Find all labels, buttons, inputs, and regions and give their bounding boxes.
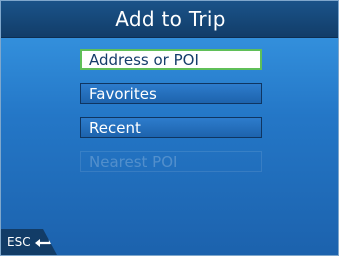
screen: Add to Trip Address or POI Favorites Rec… [0, 0, 339, 256]
favorites-button[interactable]: Favorites [80, 83, 262, 104]
esc-button[interactable]: ESC [1, 229, 57, 255]
title-bar: Add to Trip [1, 1, 338, 38]
menu-item-label: Nearest POI [89, 152, 178, 171]
recent-button[interactable]: Recent [80, 117, 262, 138]
return-arrow-icon [34, 236, 52, 248]
menu-item-label: Favorites [89, 84, 157, 103]
address-or-poi-button[interactable]: Address or POI [80, 49, 262, 70]
nearest-poi-button: Nearest POI [80, 151, 262, 172]
menu-item-label: Address or POI [89, 50, 199, 69]
esc-label: ESC [7, 235, 31, 249]
add-to-trip-menu: Address or POI Favorites Recent Nearest … [80, 49, 262, 185]
page-title: Add to Trip [115, 7, 226, 31]
menu-item-label: Recent [89, 118, 141, 137]
